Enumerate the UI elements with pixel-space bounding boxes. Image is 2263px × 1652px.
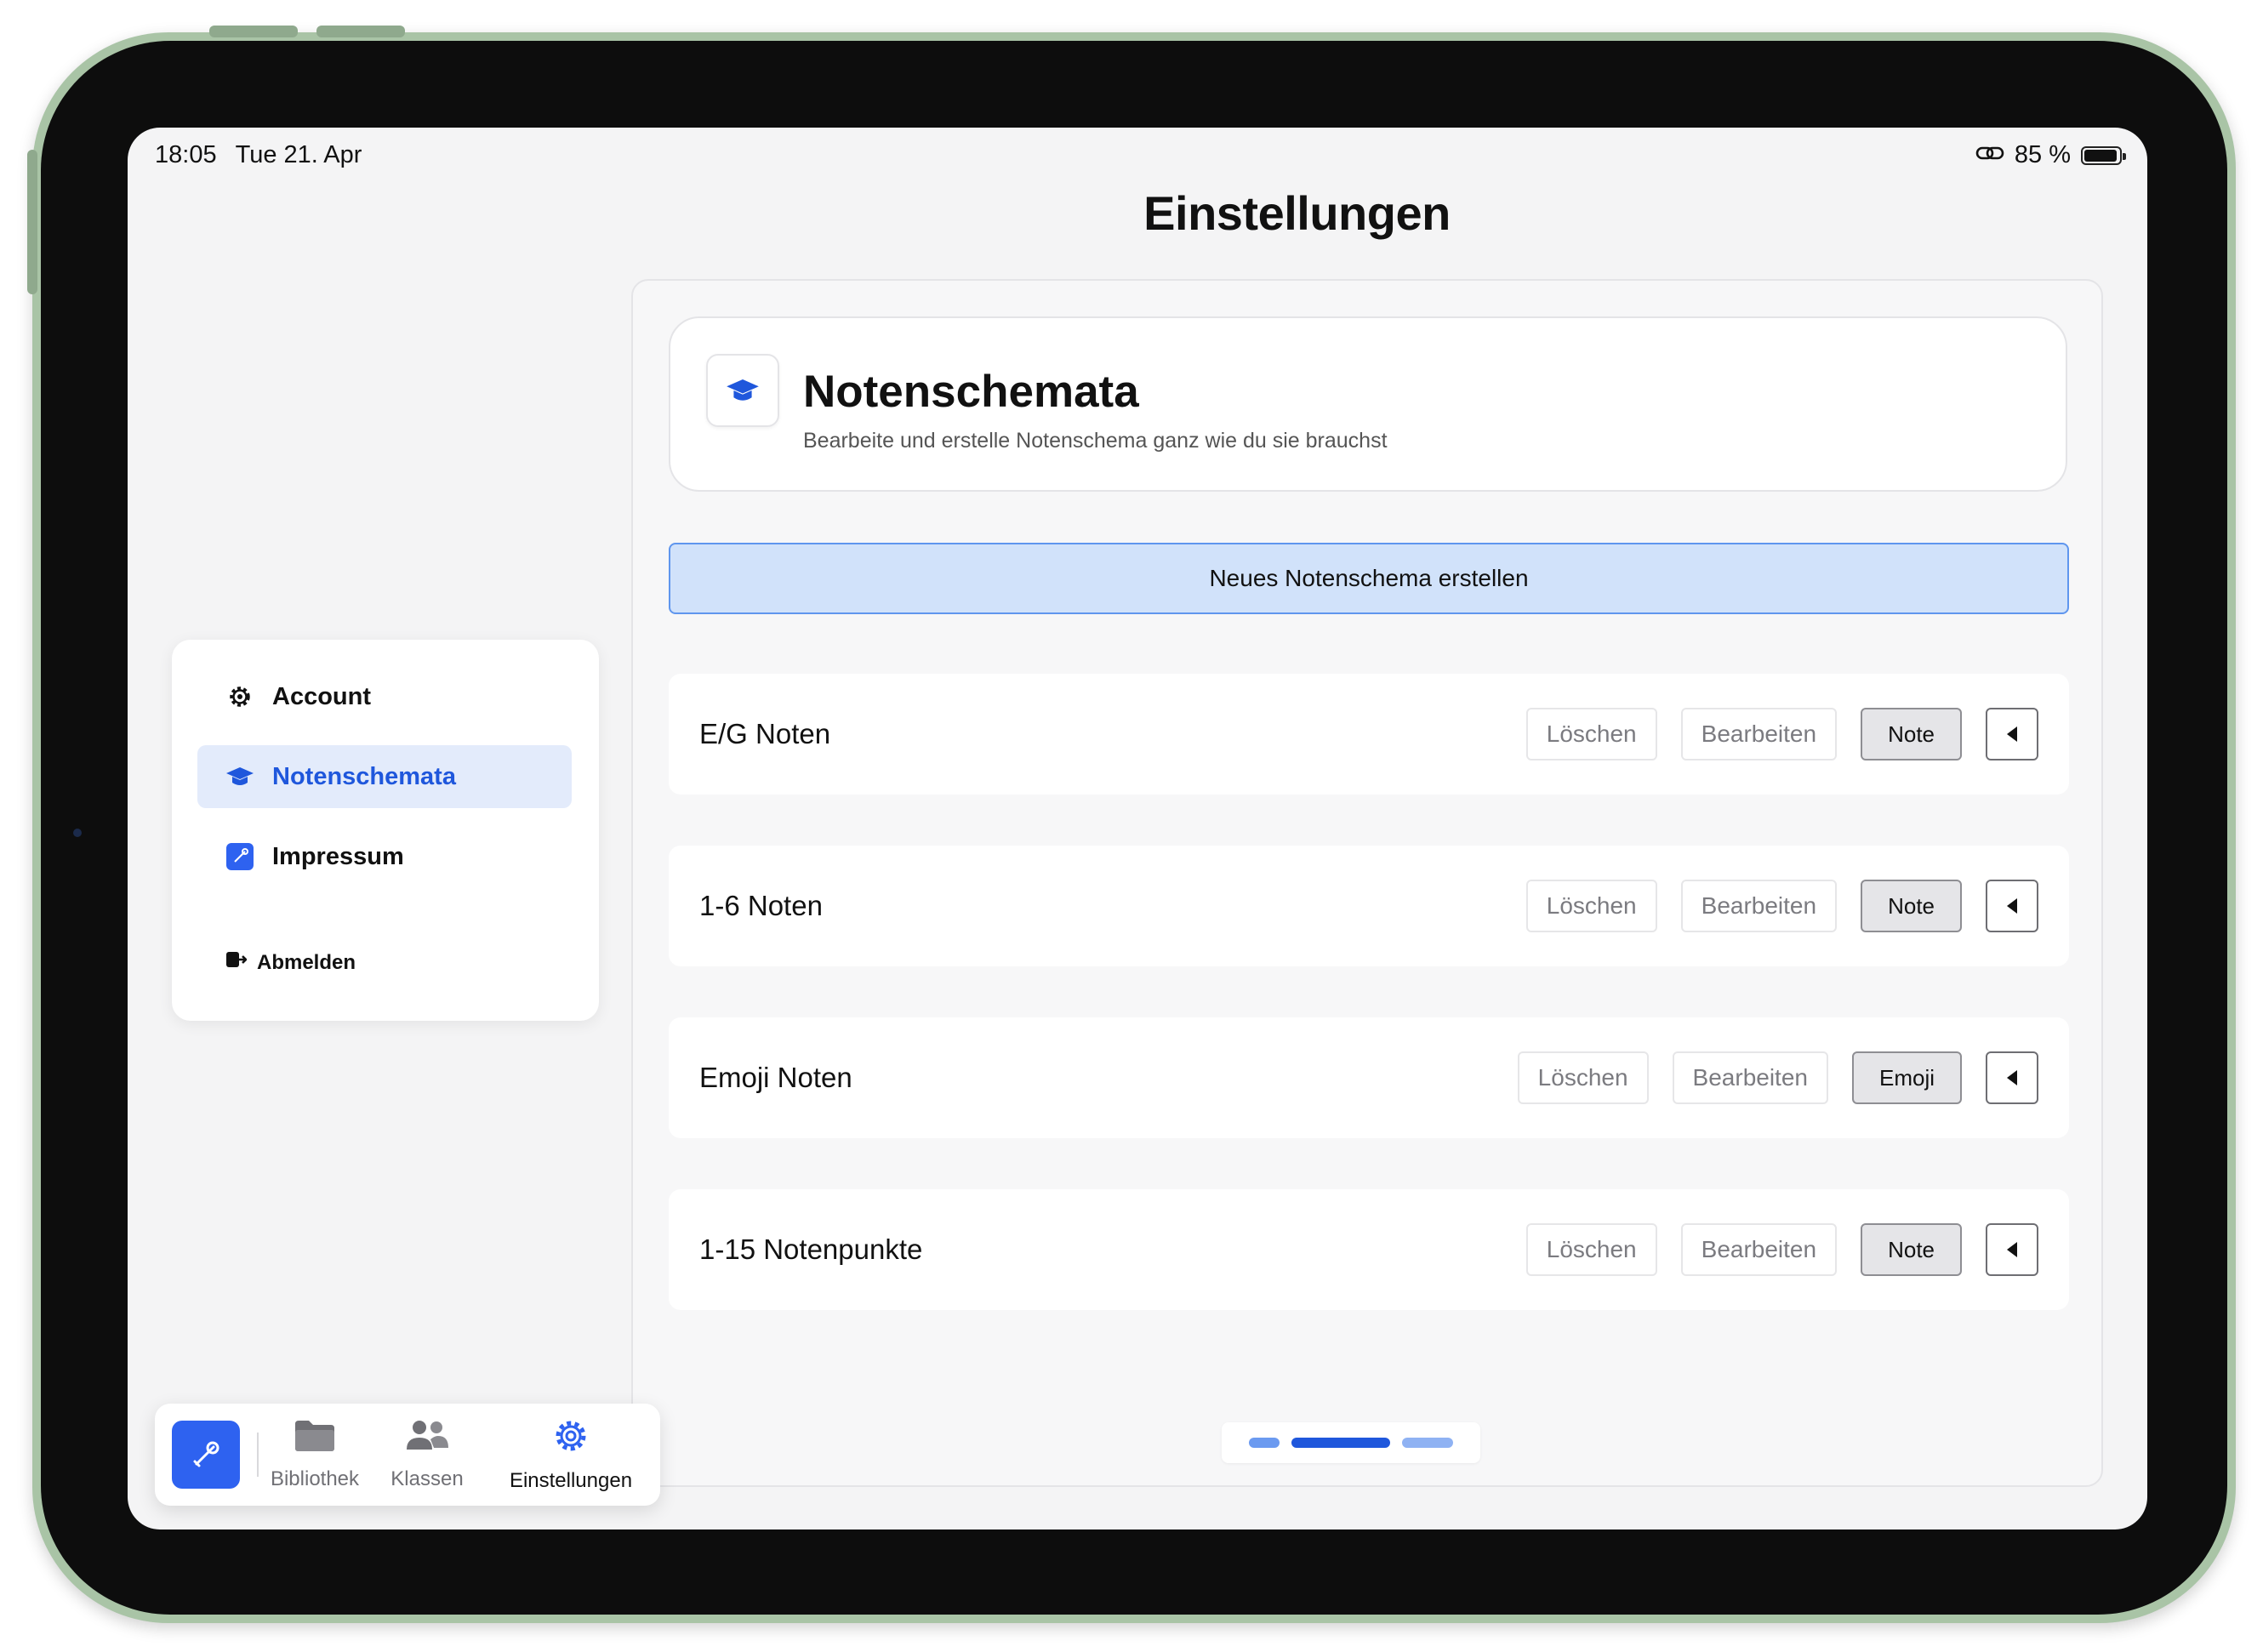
logout-button[interactable]: Abmelden: [225, 949, 356, 976]
scheme-row: 1-15 Notenpunkte Löschen Bearbeiten Note: [669, 1189, 2069, 1310]
battery-icon: [2081, 145, 2126, 165]
expand-button[interactable]: [1986, 708, 2038, 760]
type-button[interactable]: Note: [1861, 708, 1962, 760]
status-date: Tue 21. Apr: [235, 141, 362, 168]
settings-panel: Notenschemata Bearbeite und erstelle Not…: [631, 279, 2103, 1487]
delete-button[interactable]: Löschen: [1525, 1223, 1657, 1276]
scheme-row: Emoji Noten Löschen Bearbeiten Emoji: [669, 1017, 2069, 1138]
page-dot[interactable]: [1249, 1438, 1280, 1448]
logout-label: Abmelden: [257, 950, 356, 974]
edit-button[interactable]: Bearbeiten: [1680, 708, 1838, 760]
caret-left-icon: [2007, 898, 2017, 914]
section-header-card: Notenschemata Bearbeite und erstelle Not…: [669, 316, 2067, 492]
top-button: [209, 26, 298, 37]
sidebar-item-notenschemata[interactable]: Notenschemata: [197, 745, 572, 808]
caret-left-icon: [2007, 726, 2017, 742]
status-time: 18:05: [155, 141, 217, 168]
link-icon: [1975, 141, 2004, 169]
section-title: Notenschemata: [803, 367, 1139, 417]
home-button[interactable]: [172, 1421, 240, 1489]
camera: [73, 829, 82, 837]
expand-button[interactable]: [1986, 1051, 2038, 1104]
delete-button[interactable]: Löschen: [1525, 880, 1657, 932]
logout-icon: [225, 949, 248, 976]
app-logo-icon: [225, 843, 255, 870]
top-button: [316, 26, 405, 37]
scheme-actions: Löschen Bearbeiten Note: [1525, 708, 2038, 760]
tab-label: Klassen: [390, 1467, 464, 1490]
caret-left-icon: [2007, 1070, 2017, 1085]
graduation-cap-icon: [706, 354, 779, 427]
type-button[interactable]: Note: [1861, 880, 1962, 932]
gear-icon: [552, 1417, 590, 1461]
expand-button[interactable]: [1986, 1223, 2038, 1276]
side-button: [27, 150, 37, 294]
type-button[interactable]: Emoji: [1851, 1051, 1962, 1104]
scheme-name: Emoji Noten: [699, 1062, 852, 1093]
delete-button[interactable]: Löschen: [1517, 1051, 1649, 1104]
tab-bar: Bibliothek Klassen Einstellungen: [155, 1404, 660, 1506]
folder-icon: [293, 1417, 337, 1459]
scheme-actions: Löschen Bearbeiten Note: [1525, 880, 2038, 932]
scheme-name: 1-15 Notenpunkte: [699, 1233, 923, 1265]
sidebar-item-account[interactable]: Account: [197, 665, 572, 728]
tab-einstellungen[interactable]: Einstellungen: [499, 1417, 643, 1493]
edit-button[interactable]: Bearbeiten: [1672, 1051, 1828, 1104]
sidebar-item-label: Notenschemata: [272, 762, 456, 790]
app-logo-icon: [193, 1441, 219, 1467]
expand-button[interactable]: [1986, 880, 2038, 932]
graduation-cap-icon: [225, 765, 255, 789]
create-scheme-button[interactable]: Neues Notenschema erstellen: [669, 543, 2069, 614]
tab-label: Einstellungen: [509, 1469, 633, 1492]
screen: 18:05 Tue 21. Apr 85 % Einstellungen Acc…: [128, 128, 2147, 1530]
scheme-name: 1-6 Noten: [699, 890, 823, 921]
page-indicator[interactable]: [1222, 1422, 1480, 1463]
battery-percentage: 85 %: [2014, 141, 2071, 168]
status-bar-right: 85 %: [1975, 141, 2126, 169]
sidebar-item-label: Account: [272, 682, 371, 710]
edit-button[interactable]: Bearbeiten: [1680, 880, 1838, 932]
edit-button[interactable]: Bearbeiten: [1680, 1223, 1838, 1276]
delete-button[interactable]: Löschen: [1525, 708, 1657, 760]
sidebar-item-impressum[interactable]: Impressum: [197, 825, 572, 888]
tab-klassen[interactable]: Klassen: [390, 1417, 465, 1491]
gear-icon: [225, 683, 255, 710]
caret-left-icon: [2007, 1242, 2017, 1257]
tab-label: Bibliothek: [270, 1467, 360, 1490]
type-button[interactable]: Note: [1861, 1223, 1962, 1276]
page-dot[interactable]: [1402, 1438, 1453, 1448]
tab-bibliothek[interactable]: Bibliothek: [270, 1417, 360, 1491]
sidebar-item-label: Impressum: [272, 842, 404, 870]
tab-divider: [257, 1433, 259, 1477]
status-bar-left: 18:05 Tue 21. Apr: [155, 141, 362, 169]
scheme-actions: Löschen Bearbeiten Note: [1525, 1223, 2038, 1276]
scheme-name: E/G Noten: [699, 718, 831, 749]
scheme-actions: Löschen Bearbeiten Emoji: [1517, 1051, 2038, 1104]
sidebar: Account Notenschemata Impressum Abmelden: [172, 640, 599, 1021]
scheme-row: E/G Noten Löschen Bearbeiten Note: [669, 674, 2069, 795]
page-title: Einstellungen: [1143, 186, 1451, 240]
section-subtitle: Bearbeite und erstelle Notenschema ganz …: [803, 429, 1388, 453]
scheme-row: 1-6 Noten Löschen Bearbeiten Note: [669, 846, 2069, 966]
page-dot-active[interactable]: [1291, 1438, 1390, 1448]
people-icon: [404, 1417, 450, 1459]
